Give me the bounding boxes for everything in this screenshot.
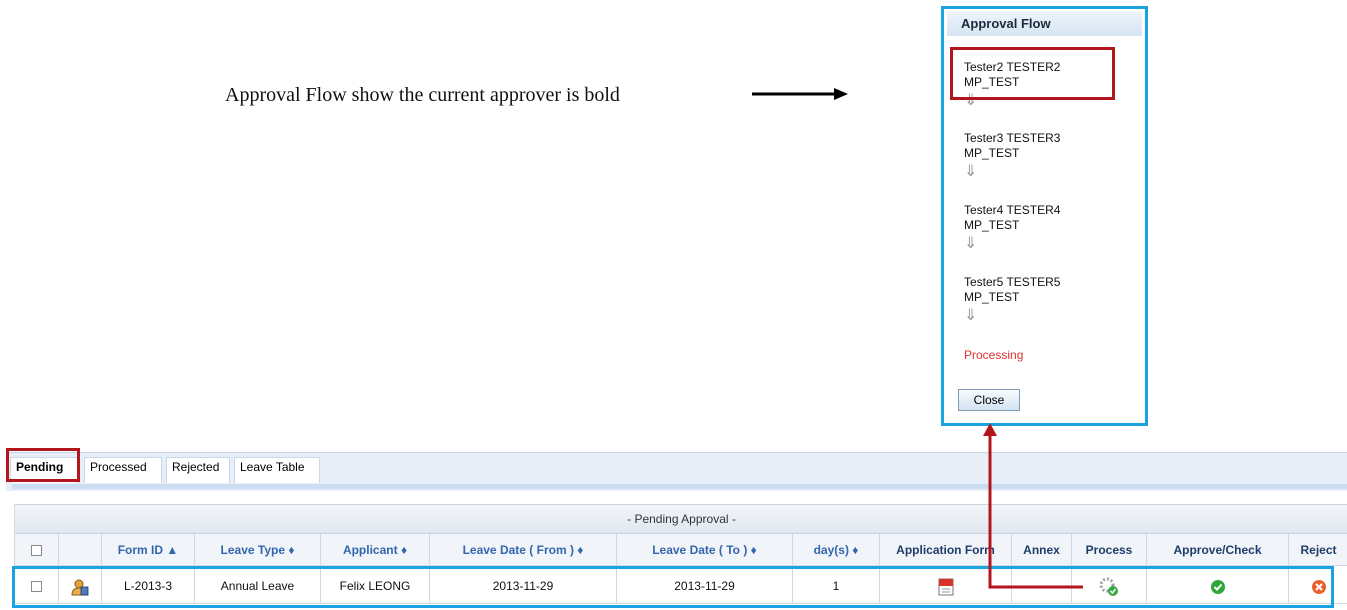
approver-dept: MP_TEST [964,146,1020,160]
header-approve-check: Approve/Check [1147,534,1289,566]
pending-tab-highlight [6,448,80,482]
flow-step-4: Tester5 TESTER5 MP_TEST ⇓ [964,275,1061,324]
select-all-cell [15,534,59,566]
annotation-arrow-icon [752,88,848,100]
approver-name: Tester5 TESTER5 [964,275,1061,289]
connector-arrow-icon [983,423,1083,589]
approver-name: Tester4 TESTER4 [964,203,1061,217]
select-all-checkbox[interactable] [31,545,42,557]
header-form-id[interactable]: Form ID ▲ [102,534,195,566]
header-days[interactable]: day(s) ♦ [793,534,880,566]
tab-bar-divider [12,484,1347,489]
header-leave-type[interactable]: Leave Type ♦ [195,534,321,566]
header-icon-col [59,534,102,566]
approver-name: Tester3 TESTER3 [964,131,1061,145]
header-date-to[interactable]: Leave Date ( To ) ♦ [617,534,793,566]
tab-leave-table[interactable]: Leave Table [234,457,320,483]
flow-step-2: Tester3 TESTER3 MP_TEST ⇓ [964,131,1061,180]
pending-row-highlight [12,566,1334,608]
flow-step-3: Tester4 TESTER4 MP_TEST ⇓ [964,203,1061,252]
down-arrow-icon: ⇓ [964,235,978,252]
down-arrow-icon: ⇓ [964,307,978,324]
close-button[interactable]: Close [958,389,1020,411]
tab-processed[interactable]: Processed [84,457,162,483]
header-applicant[interactable]: Applicant ♦ [321,534,430,566]
header-date-from[interactable]: Leave Date ( From ) ♦ [430,534,617,566]
popup-title: Approval Flow [947,12,1142,36]
header-reject: Reject [1289,534,1347,566]
grid-title: - Pending Approval - [15,504,1347,534]
approver-dept: MP_TEST [964,290,1020,304]
down-arrow-icon: ⇓ [964,163,978,180]
current-approver-highlight [950,47,1115,100]
annotation-text: Approval Flow show the current approver … [225,84,620,106]
approver-dept: MP_TEST [964,218,1020,232]
tab-rejected[interactable]: Rejected [166,457,230,483]
status-processing: Processing [964,348,1024,362]
